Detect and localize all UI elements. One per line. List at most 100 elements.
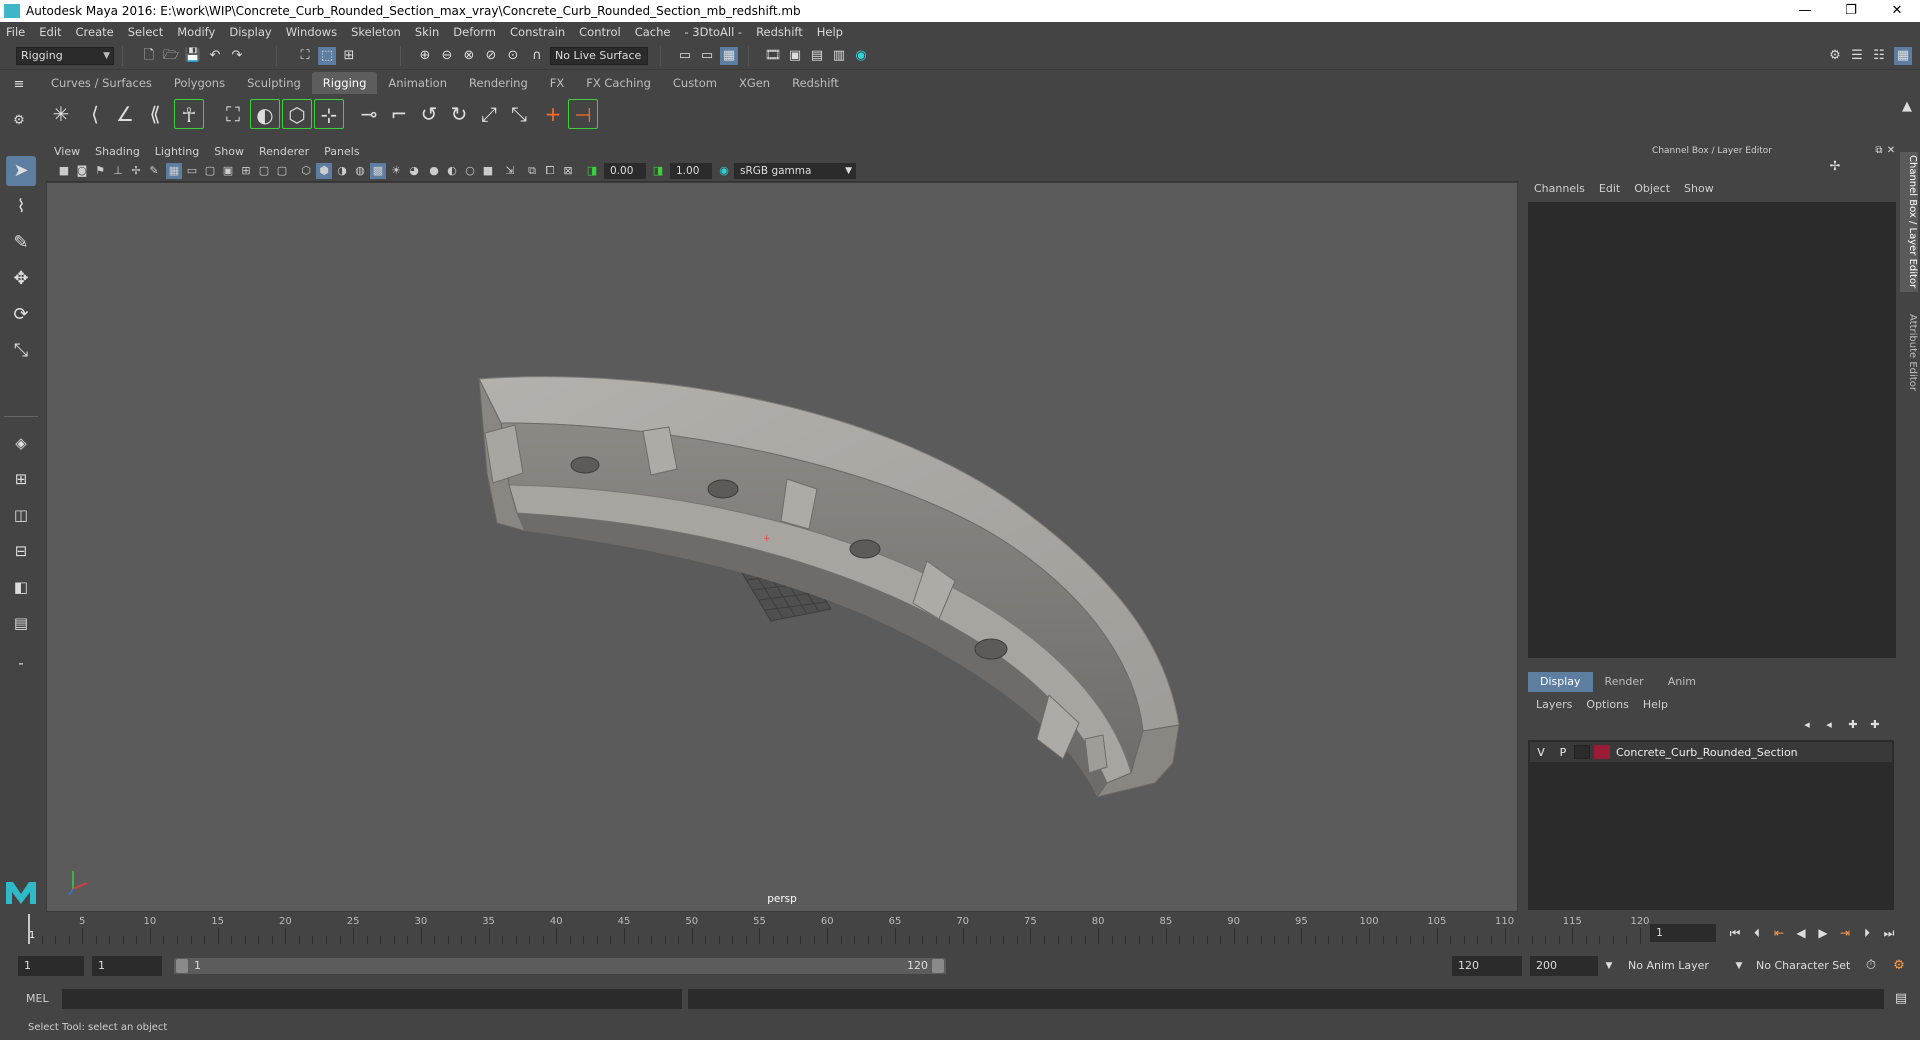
ik-spline-icon[interactable]: ⟪ <box>140 99 170 129</box>
backface-culling-icon[interactable]: ⊠ <box>560 163 576 179</box>
safe-action-icon[interactable]: ▢ <box>256 163 272 179</box>
new-scene-icon[interactable]: 🗋 <box>140 47 158 65</box>
gate-mask-icon[interactable]: ▣ <box>220 163 236 179</box>
menu-display[interactable]: Display <box>229 25 271 39</box>
tab-render[interactable]: Render <box>1593 672 1656 692</box>
time-slider[interactable]: 1 5 10 15 20 25 30 35 40 45 50 55 60 65 70 75 80 85 90 95 10… <box>22 914 1650 944</box>
go-to-start-icon[interactable]: ⏮ <box>1726 924 1744 942</box>
camera-attributes-icon[interactable]: ◙ <box>74 163 90 179</box>
quick-rig-icon[interactable]: ☥ <box>174 99 204 129</box>
hypershade-icon[interactable]: ◉ <box>852 47 870 65</box>
image-plane-icon[interactable]: ⊥ <box>110 163 126 179</box>
menu-skeleton[interactable]: Skeleton <box>351 25 401 39</box>
menu-modify[interactable]: Modify <box>177 25 215 39</box>
perspective-viewport[interactable]: + persp <box>46 182 1518 912</box>
new-layer-selected-icon[interactable]: ✚ <box>1866 716 1884 734</box>
viewport-menu-panels[interactable]: Panels <box>324 145 359 158</box>
aim-constraint-icon[interactable]: ⤡ <box>504 99 534 129</box>
character-set-dropdown[interactable]: No Character Set <box>1750 956 1862 976</box>
menu-select[interactable]: Select <box>128 25 163 39</box>
cb-menu-object[interactable]: Object <box>1634 182 1670 195</box>
screen-space-ao-icon[interactable]: ● <box>426 163 442 179</box>
exposure-field[interactable]: 0.00 <box>604 163 646 179</box>
viewport-menu-view[interactable]: View <box>54 145 80 158</box>
snap-curve-icon[interactable]: ⊖ <box>438 47 456 65</box>
scale-constraint-icon[interactable]: ⤢ <box>474 99 504 129</box>
two-view-layout-icon[interactable]: ◫ <box>6 500 36 530</box>
tab-redshift[interactable]: Redshift <box>781 72 850 94</box>
menu-skin[interactable]: Skin <box>415 25 439 39</box>
depth-of-field-icon[interactable]: ■ <box>480 163 496 179</box>
four-view-layout-icon[interactable]: ⊞ <box>6 464 36 494</box>
step-back-frame-icon[interactable]: ⇤ <box>1770 924 1788 942</box>
save-scene-icon[interactable]: 💾 <box>184 47 202 65</box>
range-start-handle[interactable] <box>176 959 188 973</box>
tab-channel-box-layer-editor[interactable]: Channel Box / Layer Editor <box>1900 152 1918 292</box>
menu-edit[interactable]: Edit <box>39 25 61 39</box>
shelf-scroll-up-icon[interactable]: ▲ <box>1898 98 1916 116</box>
persp-graph-layout-icon[interactable]: ⊟ <box>6 536 36 566</box>
animation-end-field[interactable]: 200 <box>1530 956 1598 976</box>
open-scene-icon[interactable]: 🗁 <box>162 47 180 65</box>
input-ops-icon[interactable]: ▭ <box>676 47 694 65</box>
menu-file[interactable]: File <box>6 25 25 39</box>
tab-rigging[interactable]: Rigging <box>311 72 378 94</box>
tab-custom[interactable]: Custom <box>662 72 728 94</box>
bookmark-icon[interactable]: ⚑ <box>92 163 108 179</box>
viewport-menu-show[interactable]: Show <box>214 145 244 158</box>
layer-row[interactable]: V P Concrete_Curb_Rounded_Section <box>1530 742 1892 762</box>
range-slider[interactable]: 1 120 <box>174 958 946 974</box>
tab-sculpting[interactable]: Sculpting <box>236 72 312 94</box>
layer-type-toggle[interactable] <box>1574 745 1590 759</box>
move-tool-icon[interactable]: ✥ <box>6 264 36 294</box>
gamma-icon[interactable]: ◨ <box>650 163 666 179</box>
new-layer-icon[interactable]: ✚ <box>1844 716 1862 734</box>
le-menu-help[interactable]: Help <box>1643 698 1668 711</box>
grease-pencil-icon[interactable]: ✎ <box>146 163 162 179</box>
current-time-marker[interactable] <box>28 914 30 944</box>
snap-grid-icon[interactable]: ⊕ <box>416 47 434 65</box>
gamma-field[interactable]: 1.00 <box>670 163 712 179</box>
render-settings-icon[interactable]: ▥ <box>830 47 848 65</box>
viewport-menu-shading[interactable]: Shading <box>95 145 140 158</box>
play-forwards-icon[interactable]: ▶ <box>1814 924 1832 942</box>
menu-create[interactable]: Create <box>76 25 114 39</box>
point-constraint-icon[interactable]: ↺ <box>414 99 444 129</box>
move-layer-down-icon[interactable]: ◂ <box>1820 716 1838 734</box>
viewport-menu-renderer[interactable]: Renderer <box>259 145 309 158</box>
go-to-end-icon[interactable]: ⏭ <box>1880 924 1898 942</box>
xray-active-icon[interactable]: ⧠ <box>542 163 558 179</box>
menu-control[interactable]: Control <box>579 25 621 39</box>
playback-start-field[interactable]: 1 <box>92 956 162 976</box>
parent-constraint-icon[interactable]: ⌐ <box>384 99 414 129</box>
tab-rendering[interactable]: Rendering <box>458 72 539 94</box>
layer-visibility-toggle[interactable]: V <box>1530 746 1552 759</box>
restore-button[interactable]: ❐ <box>1828 0 1874 22</box>
field-chart-icon[interactable]: ⊞ <box>238 163 254 179</box>
grid-icon[interactable]: ▦ <box>166 163 182 179</box>
menu-constrain[interactable]: Constrain <box>510 25 565 39</box>
tab-anim[interactable]: Anim <box>1656 672 1708 692</box>
undo-icon[interactable]: ↶ <box>206 47 224 65</box>
lasso-tool-icon[interactable]: ⌇ <box>6 192 36 222</box>
move-layer-up-icon[interactable]: ◂ <box>1798 716 1816 734</box>
tab-fx-caching[interactable]: FX Caching <box>575 72 662 94</box>
channel-box-area[interactable] <box>1528 202 1896 658</box>
tab-attribute-editor[interactable]: Attribute Editor <box>1900 302 1918 402</box>
snap-view-plane-icon[interactable]: ⊘ <box>482 47 500 65</box>
tool-settings-toggle-icon[interactable]: ☷ <box>1870 47 1888 65</box>
live-surface-field[interactable]: No Live Surface <box>550 47 648 65</box>
xray-icon[interactable]: ◍ <box>352 163 368 179</box>
color-management-icon[interactable]: ◉ <box>716 163 732 179</box>
render-view-icon[interactable]: 🎞 <box>764 47 782 65</box>
hypershade-layout-icon[interactable]: ▤ <box>6 608 36 638</box>
snap-point-icon[interactable]: ⊗ <box>460 47 478 65</box>
layer-color-swatch[interactable] <box>1594 745 1610 759</box>
range-end-handle[interactable] <box>932 959 944 973</box>
construction-history-icon[interactable]: ▦ <box>720 47 738 65</box>
render-frame-icon[interactable]: ▣ <box>786 47 804 65</box>
color-space-dropdown[interactable]: sRGB gamma ▼ <box>734 163 856 179</box>
motion-blur-icon[interactable]: ◐ <box>444 163 460 179</box>
single-view-layout-icon[interactable]: ◈ <box>6 428 36 458</box>
current-frame-field[interactable]: 1 <box>1650 924 1716 942</box>
